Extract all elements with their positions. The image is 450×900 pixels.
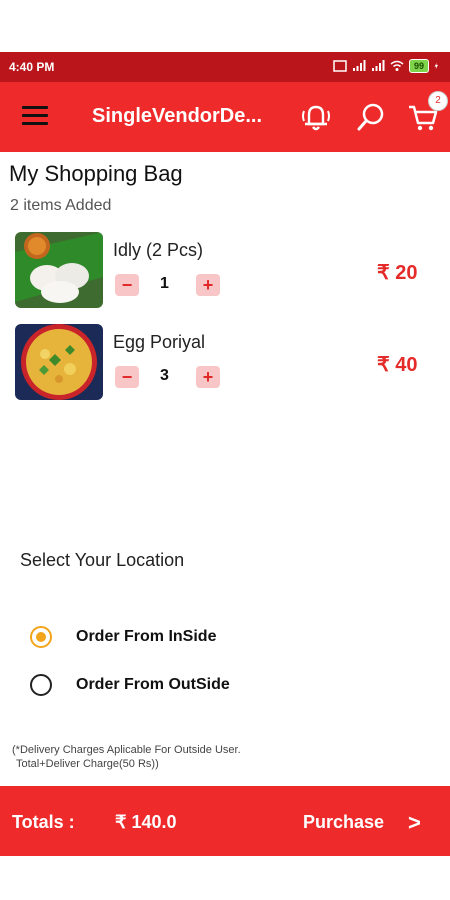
search-icon[interactable] (354, 100, 388, 134)
page-title: My Shopping Bag (9, 161, 183, 186)
delivery-note-line: Total+Deliver Charge(50 Rs)) (16, 758, 159, 770)
radio-label: Order From InSide (76, 628, 217, 645)
app-bar: SingleVendorDe... (0, 82, 450, 152)
signal-icon-2 (371, 60, 385, 71)
menu-icon-line (22, 114, 48, 117)
totals-value: ₹ 140.0 (115, 812, 177, 832)
charging-icon (434, 62, 438, 70)
idly-image (15, 232, 103, 308)
cart-item: Idly (2 Pcs) − 1 + ₹ 20 (0, 232, 450, 312)
delivery-note-line: (*Delivery Charges Aplicable For Outside… (12, 744, 241, 756)
purchase-button[interactable]: Purchase > (300, 804, 440, 840)
signal-icon (352, 60, 366, 71)
wifi-icon (390, 60, 404, 71)
purchase-label: Purchase (303, 812, 385, 832)
totals-label: Totals : (12, 812, 75, 832)
checkout-bar: Totals : ₹ 140.0 Purchase > (0, 786, 450, 856)
menu-button[interactable] (22, 106, 48, 128)
status-bar: 4:40 PM 99 (0, 52, 450, 82)
status-time: 4:40 PM (9, 60, 55, 74)
cart-count-badge: 2 (428, 91, 448, 111)
items-count: 2 items Added (10, 197, 112, 214)
item-quantity: 3 (160, 367, 169, 384)
radio-label: Order From OutSide (76, 676, 230, 693)
increase-qty-button[interactable]: + (196, 274, 220, 296)
radio-selected-icon[interactable] (30, 626, 52, 648)
item-quantity: 1 (160, 275, 169, 292)
item-price: ₹ 20 (377, 262, 418, 284)
battery-icon: 99 (408, 59, 429, 73)
radio-order-inside[interactable]: Order From InSide (30, 624, 330, 654)
egg-poriyal-image (15, 324, 103, 400)
cart-item: Egg Poriyal − 3 + ₹ 40 (0, 324, 450, 404)
top-spacer (0, 0, 450, 52)
menu-icon-line (22, 122, 48, 125)
delivery-note: (*Delivery Charges Aplicable For Outside… (12, 743, 241, 771)
radio-unselected-icon[interactable] (30, 674, 52, 696)
increase-qty-button[interactable]: + (196, 366, 220, 388)
bell-icon[interactable] (299, 100, 333, 134)
radio-order-outside[interactable]: Order From OutSide (30, 672, 330, 702)
location-title: Select Your Location (20, 550, 185, 570)
decrease-qty-button[interactable]: − (115, 274, 139, 296)
chevron-right-icon: > (408, 810, 421, 835)
menu-icon-line (22, 106, 48, 109)
app-title: SingleVendorDe... (92, 105, 263, 127)
item-name: Idly (2 Pcs) (113, 240, 204, 260)
volte-icon (333, 60, 347, 72)
item-name: Egg Poriyal (113, 332, 206, 352)
decrease-qty-button[interactable]: − (115, 366, 139, 388)
item-price: ₹ 40 (377, 354, 418, 376)
status-icons: 99 (333, 59, 442, 73)
